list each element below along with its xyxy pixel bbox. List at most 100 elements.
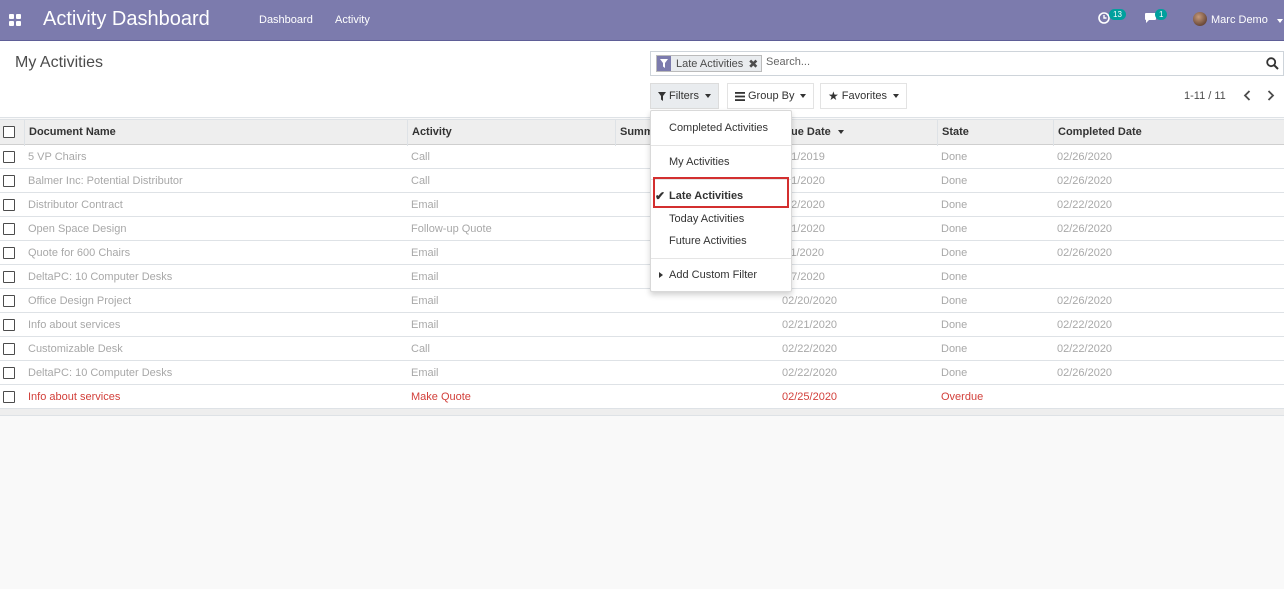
column-header-document[interactable]: Document Name — [24, 120, 408, 146]
groupby-button[interactable]: Group By — [727, 83, 815, 109]
cell-completed-date: 02/26/2020 — [1057, 223, 1113, 235]
control-panel: My Activities Late Activities ✖ Filters … — [0, 41, 1284, 118]
add-custom-filter[interactable]: Add Custom Filter — [651, 265, 791, 285]
filter-option-future[interactable]: Future Activities — [651, 231, 791, 251]
groupby-label: Group By — [748, 90, 795, 102]
cell-document-name: Distributor Contract — [28, 199, 123, 211]
row-checkbox[interactable] — [3, 199, 15, 211]
app-title[interactable]: Activity Dashboard — [43, 8, 210, 31]
user-avatar[interactable] — [1193, 12, 1207, 26]
filters-dropdown: Completed Activities My Activities ✔ Lat… — [650, 110, 792, 292]
cell-completed-date: 02/26/2020 — [1057, 295, 1113, 307]
cell-document-name: Customizable Desk — [28, 343, 123, 355]
row-checkbox[interactable] — [3, 319, 15, 331]
row-checkbox[interactable] — [3, 343, 15, 355]
chevron-down-icon[interactable] — [1277, 19, 1283, 23]
cell-due-date: 02/22/2020 — [782, 367, 838, 379]
cell-completed-date: 02/26/2020 — [1057, 367, 1113, 379]
cell-activity: Email — [411, 367, 439, 379]
table-row[interactable]: Quote for 600 Chairs Email/11/2020 Done 02/… — [0, 241, 1284, 265]
cell-activity: Call — [411, 151, 430, 163]
messages-button[interactable]: 1 — [1144, 9, 1168, 27]
table-row[interactable]: 5 VP Chairs Call/01/2019 Done 02/26/2020 — [0, 145, 1284, 169]
cell-state: Overdue — [941, 391, 984, 403]
cell-due-date: /01/2019 — [782, 151, 825, 163]
cell-completed-date: 02/26/2020 — [1057, 247, 1113, 259]
column-header-completed-date[interactable]: Completed Date — [1053, 120, 1284, 146]
table-row[interactable]: DeltaPC: 10 Computer Desks Email/17/2020 D… — [0, 265, 1284, 289]
filter-option-my-activities[interactable]: My Activities — [651, 152, 791, 172]
cell-completed-date — [1053, 265, 1284, 289]
row-checkbox[interactable] — [3, 367, 15, 379]
search-icon[interactable] — [1266, 57, 1279, 73]
cell-document-name: 5 VP Chairs — [28, 151, 87, 163]
cell-activity: Email — [411, 271, 439, 283]
apps-menu-icon[interactable] — [9, 14, 21, 26]
nav-activity[interactable]: Activity — [335, 14, 370, 26]
message-count-badge: 1 — [1155, 9, 1168, 20]
cell-state: Done — [941, 343, 968, 355]
facet-label: Late Activities — [676, 57, 744, 70]
column-header-due-date[interactable]: ue Date — [775, 120, 938, 146]
star-icon: ★ — [828, 89, 839, 103]
cell-state: Done — [941, 175, 968, 187]
chevron-right-icon — [1267, 89, 1275, 101]
cell-due-date: 02/20/2020 — [782, 295, 838, 307]
table-row[interactable]: Customizable Desk Call 02/22/2020 Done 02/22… — [0, 337, 1284, 361]
row-checkbox[interactable] — [3, 247, 15, 259]
activity-list-table: Document Name Activity Summ ue Date Stat… — [0, 119, 1284, 416]
cell-due-date: 02/22/2020 — [782, 343, 838, 355]
activity-clock-button[interactable]: 13 — [1098, 9, 1126, 27]
pager-next-button[interactable] — [1265, 88, 1277, 102]
table-row[interactable]: Info about services Make Quote 02/25/2020 O… — [0, 385, 1284, 409]
breadcrumb: My Activities — [15, 54, 104, 71]
table-row[interactable]: Balmer Inc: Potential Distributor Call/01… — [0, 169, 1284, 193]
favorites-button[interactable]: ★ Favorites — [820, 83, 908, 109]
search-input[interactable] — [766, 56, 1246, 68]
row-checkbox[interactable] — [3, 271, 15, 283]
select-all-checkbox[interactable] — [3, 126, 15, 138]
caret-down-icon — [800, 94, 807, 98]
activity-count-badge: 13 — [1109, 9, 1126, 20]
row-checkbox[interactable] — [3, 175, 15, 187]
cell-state: Done — [941, 199, 968, 211]
filter-option-completed[interactable]: Completed Activities — [651, 118, 791, 138]
search-bar[interactable]: Late Activities ✖ — [650, 51, 1284, 76]
table-row[interactable]: Distributor Contract Email/22/2020 Done 02/… — [0, 193, 1284, 217]
divider — [651, 258, 791, 259]
column-header-activity[interactable]: Activity — [407, 120, 617, 146]
highlight-annotation — [653, 177, 789, 208]
table-row[interactable]: Office Design Project Email 02/20/2020 Done… — [0, 289, 1284, 313]
cell-due-date: 02/21/2020 — [782, 319, 838, 331]
search-facet: Late Activities ✖ — [656, 55, 763, 72]
table-header: Document Name Activity Summ ue Date Stat… — [0, 119, 1284, 146]
cell-document-name: Balmer Inc: Potential Distributor — [28, 175, 183, 187]
pager-value[interactable]: 1-11 / 11 — [1184, 90, 1226, 102]
row-checkbox[interactable] — [3, 223, 15, 235]
table-row[interactable]: Open Space Design Follow-up Quote/01/2020… — [0, 217, 1284, 241]
row-checkbox[interactable] — [3, 151, 15, 163]
cell-due-date: /22/2020 — [782, 199, 825, 211]
close-icon[interactable]: ✖ — [748, 57, 761, 71]
favorites-label: Favorites — [841, 90, 888, 102]
column-header-state[interactable]: State — [937, 120, 1054, 146]
row-checkbox[interactable] — [3, 295, 15, 307]
list-icon — [735, 91, 745, 101]
filters-label: Filters — [669, 90, 699, 102]
row-checkbox[interactable] — [3, 391, 15, 403]
cell-document-name: Info about services — [28, 391, 121, 403]
cell-completed-date: 02/22/2020 — [1057, 319, 1113, 331]
user-menu[interactable]: Marc Demo — [1211, 14, 1268, 26]
add-custom-filter-label: Add Custom Filter — [669, 269, 758, 281]
cell-state: Done — [941, 271, 968, 283]
chevron-left-icon — [1243, 89, 1251, 101]
table-footer — [0, 409, 1284, 416]
filter-option-today[interactable]: Today Activities — [651, 209, 791, 229]
filters-button[interactable]: Filters — [650, 83, 719, 109]
pager-previous-button[interactable] — [1241, 88, 1253, 102]
cell-completed-date — [1053, 385, 1284, 409]
cell-completed-date: 02/26/2020 — [1057, 151, 1113, 163]
table-row[interactable]: Info about services Email 02/21/2020 Done 02… — [0, 313, 1284, 337]
table-row[interactable]: DeltaPC: 10 Computer Desks Email 02/22/202… — [0, 361, 1284, 385]
nav-dashboard[interactable]: Dashboard — [259, 14, 313, 26]
